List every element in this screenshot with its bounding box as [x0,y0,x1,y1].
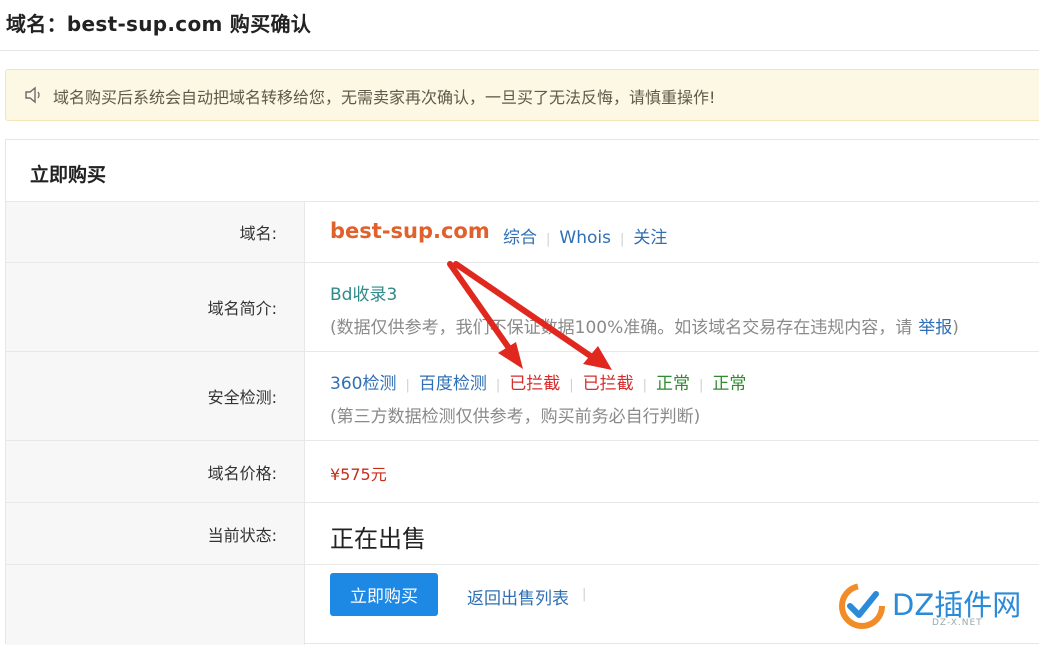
title-divider [0,50,1039,51]
row-security: 安全检测: 360检测 | 百度检测 | 已拦截 | 已拦截 | 正常 | 正常 (第三方数据检测仅… [6,352,1039,441]
status-normal: 正常 [656,374,691,394]
separator: | [619,232,625,247]
status-blocked: 已拦截 [509,374,561,394]
row-intro: 域名简介: Bd收录3 (数据仅供参考，我们不保证数据100%准确。如该域名交易… [6,263,1039,352]
domain-name: best-sup.com [330,219,490,243]
sale-status: 正在出售 [330,525,426,553]
page-title: 域名：best-sup.com 购买确认 [6,12,312,36]
row-label: 安全检测: [6,352,305,440]
separator: | [405,378,410,393]
buy-now-button[interactable]: 立即购买 [330,573,438,616]
status-blocked: 已拦截 [582,374,634,394]
separator: | [699,378,704,393]
price-value: ¥575元 [330,465,387,484]
separator: | [582,587,587,602]
row-label: 域名价格: [6,441,305,502]
whois-link[interactable]: Whois [559,228,611,248]
security-note: (第三方数据检测仅供参考，购买前务必自行判断) [330,407,701,427]
intro-note-text: (数据仅供参考，我们不保证数据100%准确。如该域名交易存在违规内容，请 [330,318,913,338]
row-domain: 域名: best-sup.com 综合 | Whois | 关注 [6,202,1039,263]
separator: | [546,232,551,247]
intro-note: (数据仅供参考，我们不保证数据100%准确。如该域名交易存在违规内容，请 举报) [330,313,959,338]
watermark-subtext: DZ-X.NET [932,618,983,628]
domain-links: 综合 | Whois | 关注 [503,223,667,248]
separator: | [569,378,574,393]
row-price: 域名价格: ¥575元 [6,441,1039,503]
follow-link[interactable]: 关注 [633,228,667,248]
intro-note-end: ) [952,318,959,338]
overview-link[interactable]: 综合 [503,228,537,248]
row-status: 当前状态: 正在出售 [6,503,1039,565]
speaker-icon [25,86,40,104]
row-label: 当前状态: [6,503,305,564]
intro-value: Bd收录3 [330,285,398,305]
row-label: 域名: [6,202,305,262]
check-baidu-link[interactable]: 百度检测 [419,374,487,394]
security-items: 360检测 | 百度检测 | 已拦截 | 已拦截 | 正常 | 正常 [330,369,746,394]
report-link[interactable]: 举报 [918,318,952,338]
check-360-link[interactable]: 360检测 [330,374,396,394]
row-label: 域名简介: [6,263,305,351]
back-to-list-link[interactable]: 返回出售列表 [467,584,569,609]
panel-title: 立即购买 [30,164,107,186]
row-label-empty [6,565,305,645]
watermark: DZ插件网 DZ-X.NET [832,572,1032,634]
purchase-panel: 立即购买 域名: best-sup.com 综合 | Whois | 关注 域名简介: … [5,139,1039,645]
dz-logo-icon [839,583,885,629]
notice-text: 域名购买后系统会自动把域名转移给您，无需卖家再次确认，一旦买了无法反悔，请慎重操… [53,88,716,107]
notice-banner: 域名购买后系统会自动把域名转移给您，无需卖家再次确认，一旦买了无法反悔，请慎重操… [5,69,1039,121]
separator: | [495,378,501,393]
status-normal: 正常 [712,374,747,394]
separator: | [642,378,648,393]
